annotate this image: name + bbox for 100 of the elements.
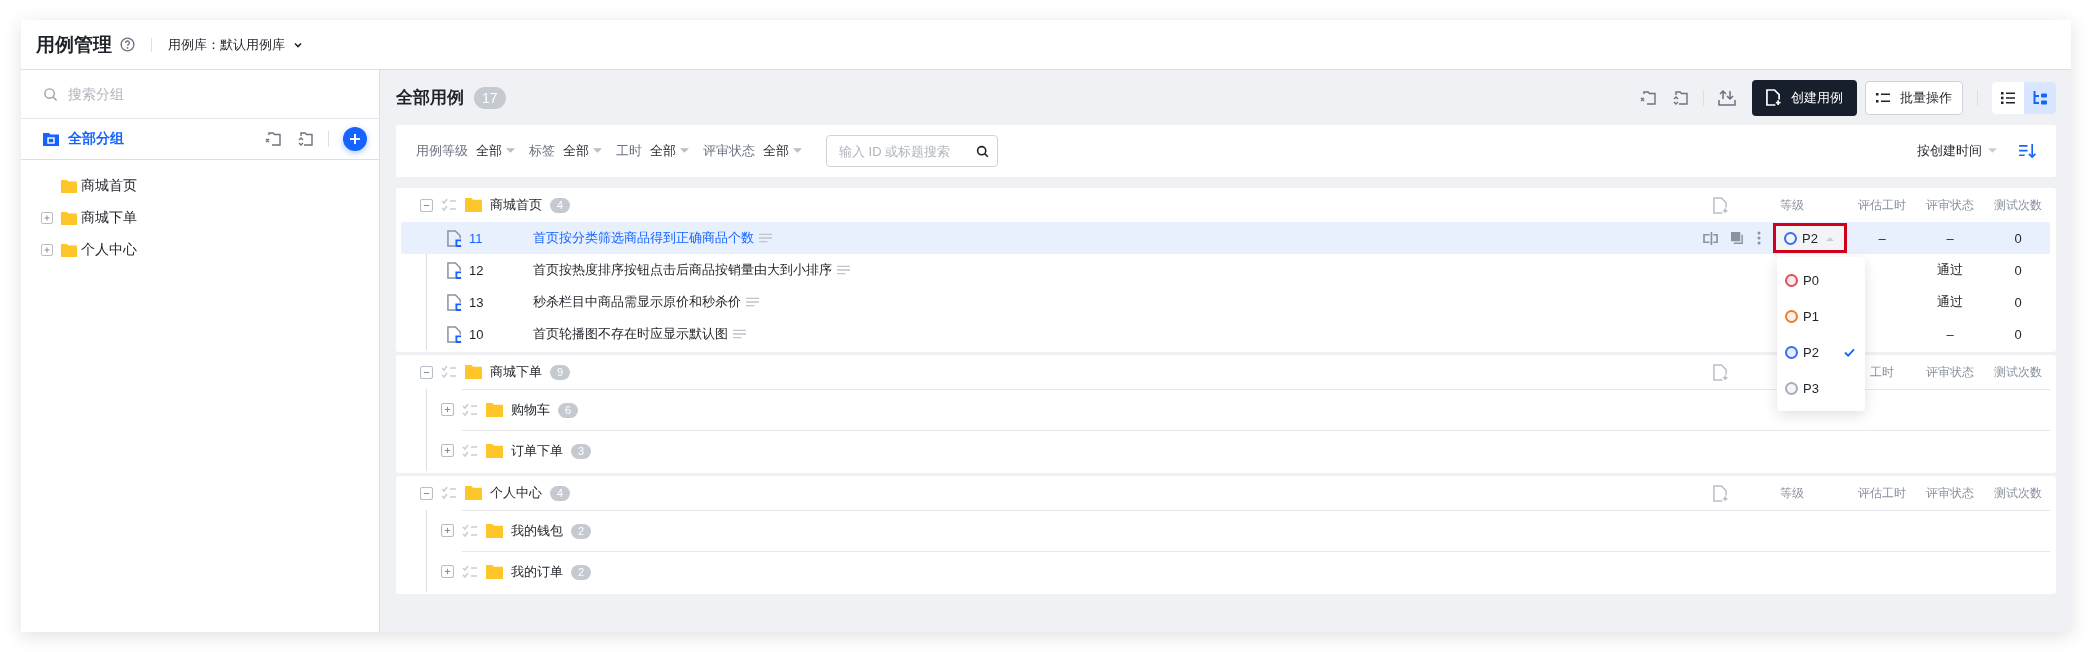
description-icon — [746, 297, 759, 307]
split-icon[interactable] — [1703, 231, 1718, 245]
all-groups-item[interactable]: 全部分组 — [43, 130, 124, 148]
group-tree-item[interactable]: 个人中心 — [81, 241, 137, 259]
checklist-icon[interactable] — [462, 444, 478, 458]
group-search-field[interactable]: 搜索分组 — [66, 85, 190, 103]
test-case-icon — [447, 293, 462, 311]
checklist-icon[interactable] — [441, 486, 457, 500]
level-option[interactable]: P0 — [1777, 262, 1865, 298]
group-name[interactable]: 商城下单 — [490, 363, 542, 381]
batch-action-button[interactable]: 批量操作 — [1865, 80, 1963, 115]
group-name[interactable]: 个人中心 — [490, 484, 542, 502]
filter-dropdown[interactable]: 全部 — [650, 142, 689, 160]
page-title: 用例管理 — [36, 32, 112, 57]
checklist-icon[interactable] — [441, 198, 457, 212]
library-dropdown[interactable]: 用例库：默认用例库 — [168, 35, 303, 54]
folder-icon — [486, 565, 503, 579]
filter-dropdown[interactable]: 全部 — [763, 142, 802, 160]
description-icon — [733, 329, 746, 339]
checklist-icon[interactable] — [462, 565, 478, 579]
caret-icon — [1826, 235, 1834, 241]
table-cell: 0 — [2014, 294, 2022, 310]
table-cell: – — [1946, 230, 1954, 246]
count-badge: 4 — [550, 485, 571, 501]
table-cell: – — [1946, 326, 1954, 342]
table-cell: – — [1878, 230, 1886, 246]
table-cell: 通过 — [1937, 261, 1963, 279]
table-cell: 0 — [2014, 326, 2022, 342]
group-tree-item[interactable]: 商城首页 — [81, 177, 137, 195]
folder-icon — [61, 211, 77, 225]
expand-icon[interactable] — [441, 524, 454, 537]
expand-icon[interactable] — [441, 444, 454, 457]
create-case-button[interactable]: 创建用例 — [1752, 79, 1857, 116]
checklist-icon[interactable] — [441, 365, 457, 379]
group-name[interactable]: 我的订单 — [511, 563, 563, 581]
collapse-icon[interactable] — [420, 198, 433, 212]
folder-icon — [465, 486, 482, 500]
case-id: 12 — [468, 262, 485, 278]
filter-dropdown[interactable]: 全部 — [563, 142, 602, 160]
tree-view-button[interactable] — [2024, 81, 2056, 114]
checklist-icon[interactable] — [462, 524, 478, 538]
folder-arrows-icon[interactable] — [264, 131, 282, 147]
expand-icon[interactable] — [41, 211, 53, 224]
add-group-button[interactable] — [343, 127, 367, 151]
group-tree-item[interactable]: 商城下单 — [81, 209, 137, 227]
copy-icon[interactable] — [1731, 231, 1744, 245]
add-file-icon — [1766, 89, 1781, 106]
level-option[interactable]: P3 — [1777, 370, 1865, 406]
case-id: 11 — [468, 230, 484, 246]
case-id: 10 — [468, 326, 485, 342]
case-title[interactable]: 首页轮播图不存在时应显示默认图 — [533, 325, 728, 343]
case-title[interactable]: 秒杀栏目中商品需显示原价和秒杀价 — [533, 293, 741, 311]
level-option[interactable]: P2 — [1777, 334, 1865, 370]
caret-icon — [793, 148, 802, 154]
column-header: 测试次数 — [1994, 484, 2042, 502]
test-case-icon — [447, 229, 462, 247]
group-name[interactable]: 商城首页 — [490, 196, 542, 214]
test-case-icon — [447, 261, 462, 279]
check-icon — [1844, 347, 1855, 357]
column-header: 评审状态 — [1926, 196, 1974, 214]
import-export-icon[interactable] — [1718, 88, 1736, 107]
group-name[interactable]: 订单下单 — [511, 442, 563, 460]
collapse-icon[interactable] — [420, 365, 433, 379]
add-case-icon[interactable] — [1713, 484, 1728, 502]
column-header: 测试次数 — [1994, 196, 2042, 214]
expand-icon[interactable] — [41, 243, 53, 256]
help-icon[interactable] — [120, 37, 135, 52]
add-case-icon[interactable] — [1713, 196, 1728, 214]
column-header: 等级 — [1780, 484, 1804, 502]
expand-icon[interactable] — [441, 403, 454, 416]
group-name[interactable]: 我的钱包 — [511, 522, 563, 540]
checklist-icon[interactable] — [462, 403, 478, 417]
level-option[interactable]: P1 — [1777, 298, 1865, 334]
folder-icon — [486, 524, 503, 538]
case-search-field[interactable]: 输入 ID 或标题搜索 — [826, 135, 998, 167]
count-badge: 17 — [474, 86, 506, 109]
more-icon[interactable] — [1757, 231, 1761, 245]
count-badge: 3 — [571, 443, 592, 459]
folder-swap-icon[interactable] — [1671, 89, 1689, 106]
folder-icon — [465, 198, 482, 212]
list-icon — [1876, 91, 1890, 104]
expand-icon[interactable] — [441, 565, 454, 578]
add-case-icon[interactable] — [1713, 363, 1728, 381]
column-header: 评估工时 — [1858, 196, 1906, 214]
folder-swap-icon[interactable] — [296, 131, 314, 147]
folder-icon — [486, 403, 503, 417]
collapse-icon[interactable] — [420, 486, 433, 500]
level-select[interactable]: P2 — [1773, 223, 1847, 253]
case-title[interactable]: 首页按分类筛选商品得到正确商品个数 — [533, 229, 754, 247]
plus-icon — [349, 133, 361, 145]
filter-dropdown[interactable]: 全部 — [476, 142, 515, 160]
column-header: 等级 — [1780, 196, 1804, 214]
sort-dropdown[interactable]: 按创建时间 — [1917, 142, 1997, 160]
sort-descending-icon[interactable] — [2019, 143, 2036, 159]
tree-icon — [2033, 90, 2047, 105]
column-header: 评估工时 — [1858, 484, 1906, 502]
folder-arrows-icon[interactable] — [1639, 89, 1657, 106]
table-cell: 通过 — [1937, 293, 1963, 311]
case-title[interactable]: 首页按热度排序按钮点击后商品按销量由大到小排序 — [533, 261, 832, 279]
description-icon — [759, 233, 772, 243]
